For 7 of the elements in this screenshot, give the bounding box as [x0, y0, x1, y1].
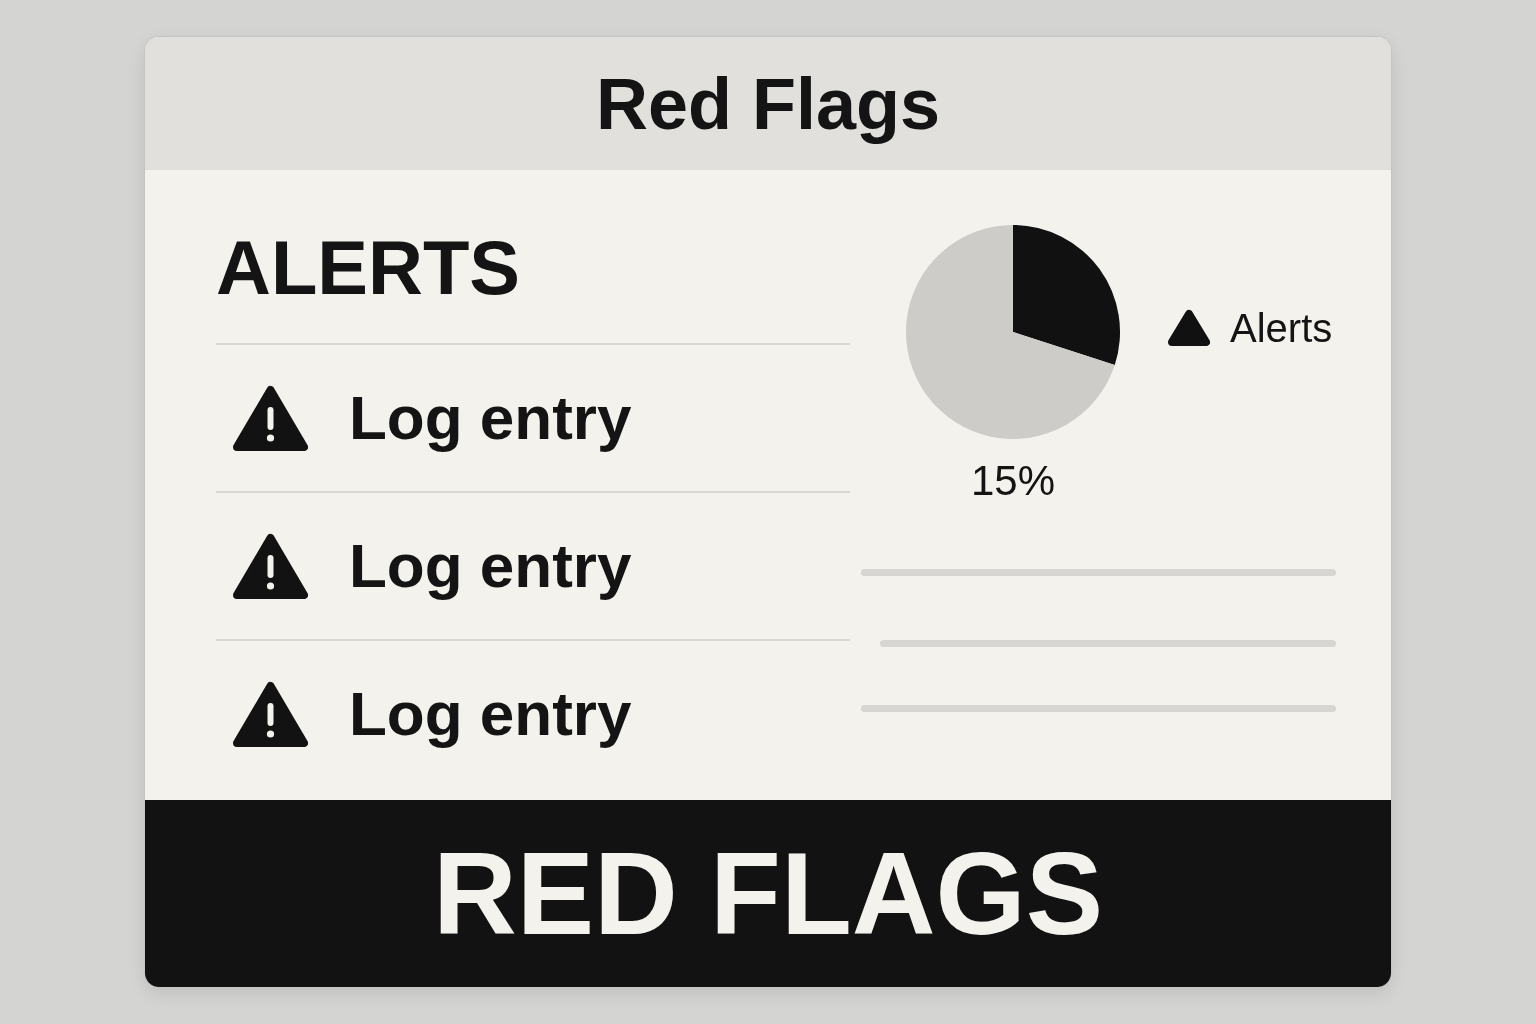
banner-title: RED FLAGS: [432, 835, 1104, 952]
section-heading: ALERTS: [216, 230, 520, 306]
percent-label: 15%: [970, 460, 1056, 502]
legend-label: Alerts: [1230, 308, 1333, 348]
warning-icon: [233, 384, 308, 452]
warning-icon: [233, 680, 308, 748]
warning-icon: [233, 532, 308, 600]
